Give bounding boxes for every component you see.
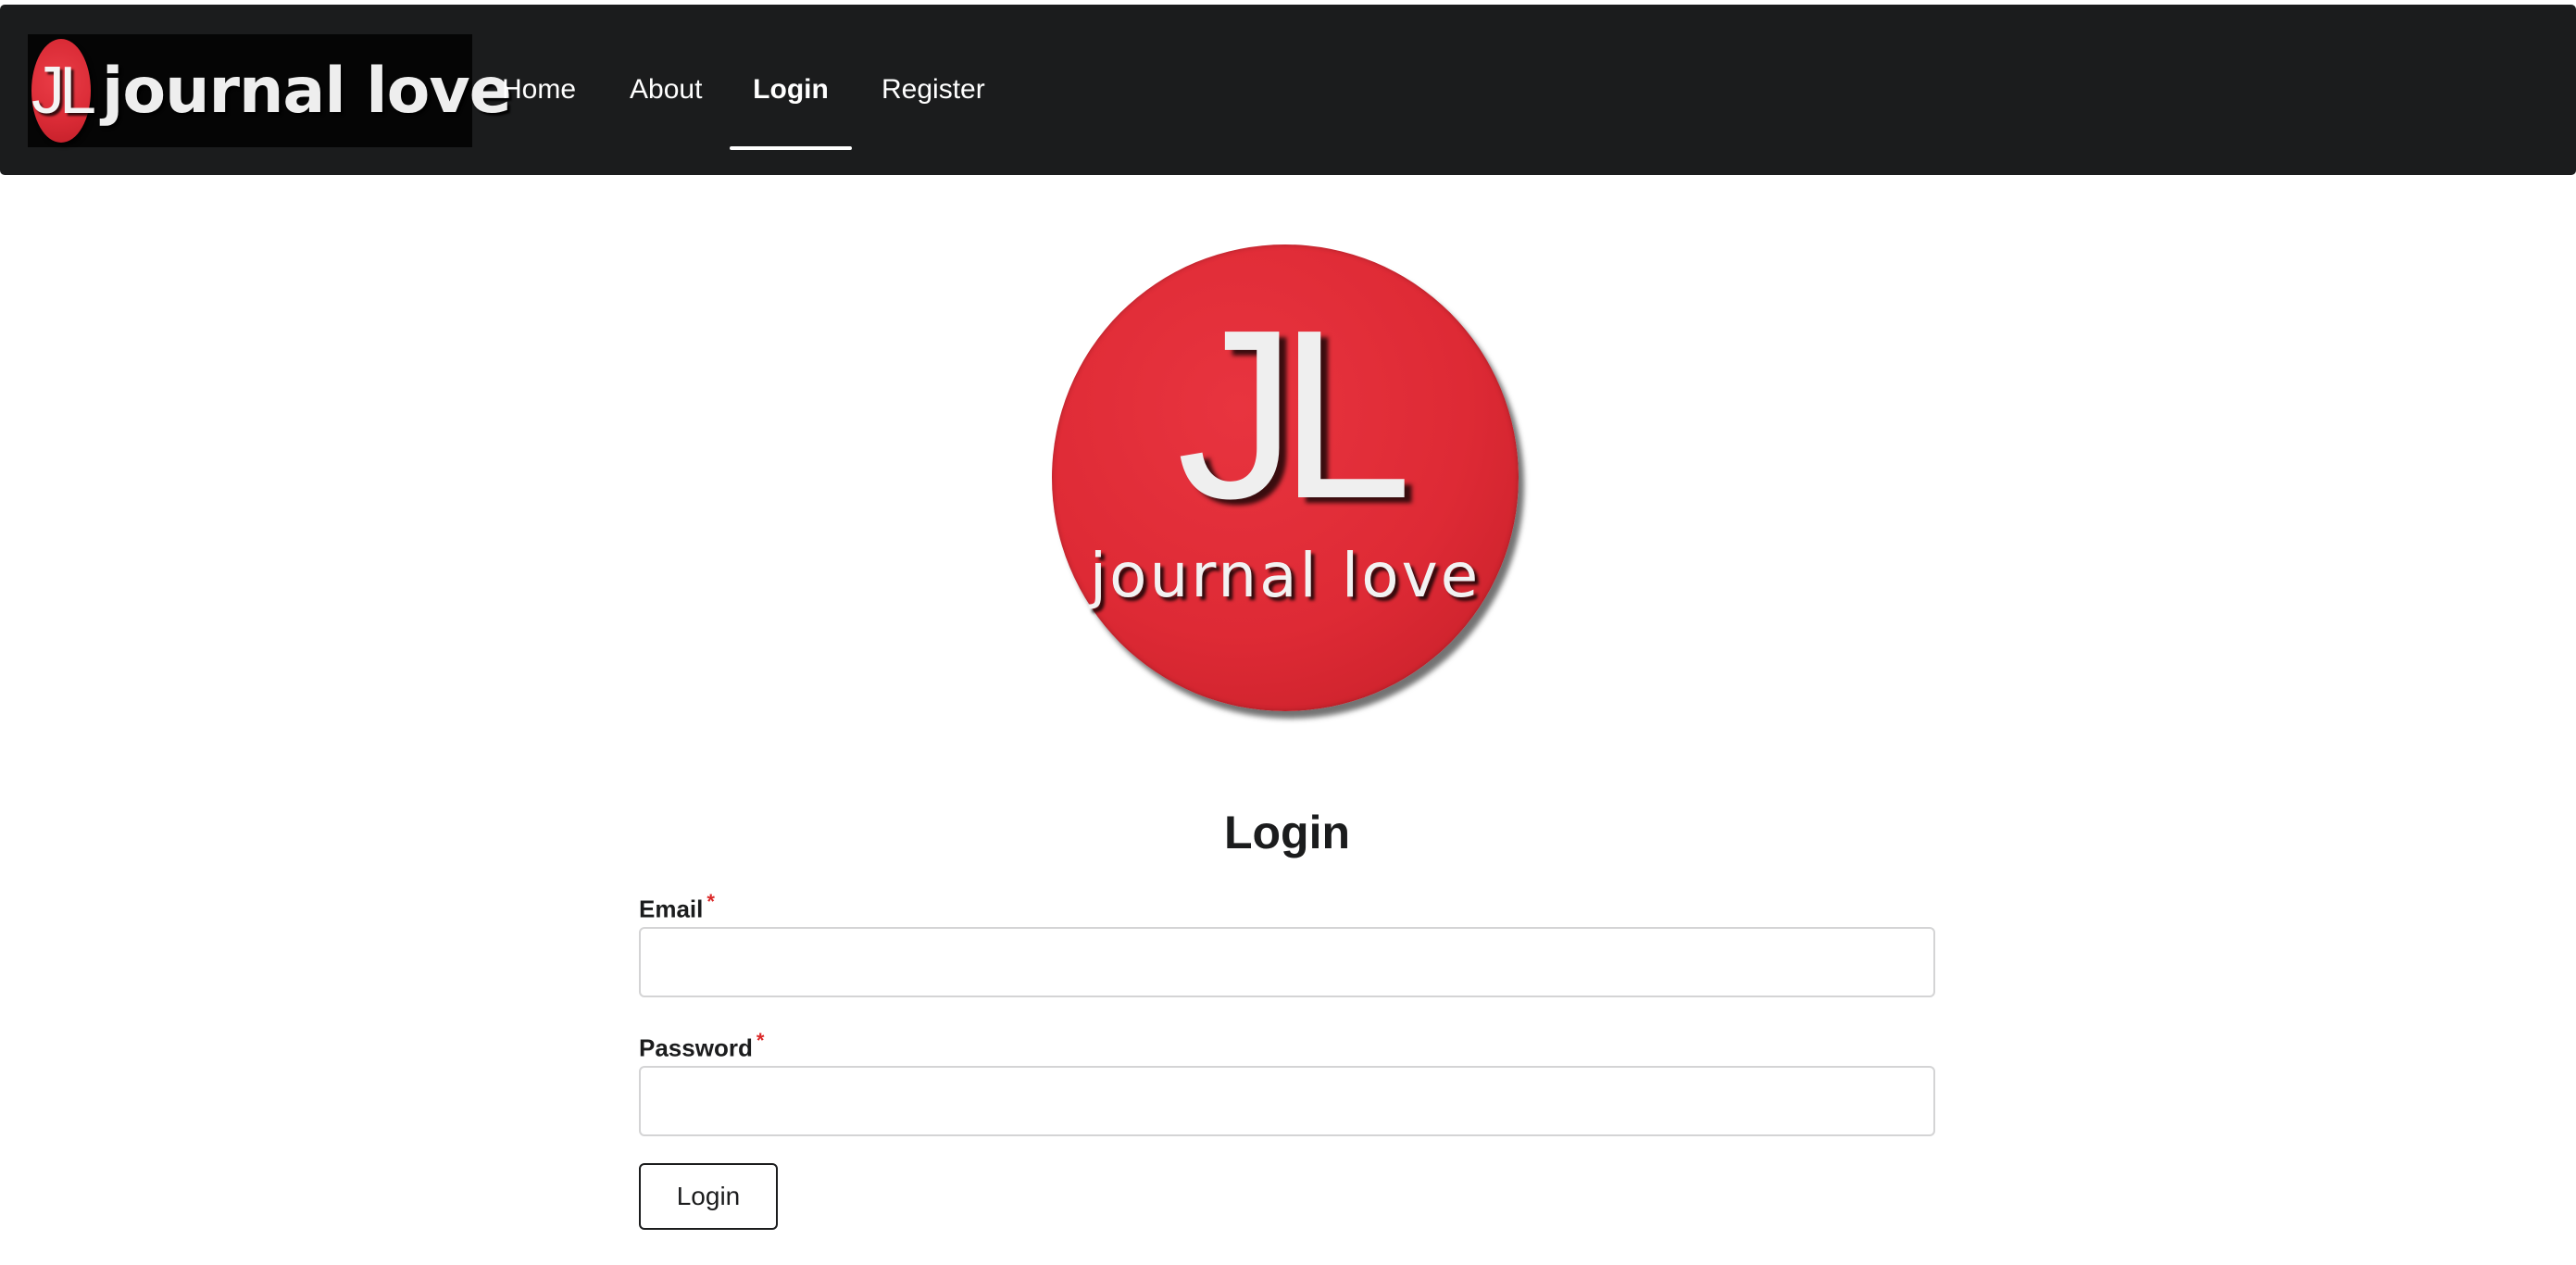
brand-logo[interactable]: JL journal love [28, 34, 512, 147]
hero-logo-initials: JL [1176, 281, 1413, 549]
password-required-mark: * [756, 1029, 765, 1052]
brand-logo-disc: JL [31, 39, 96, 143]
nav-home-link[interactable]: Home [502, 5, 576, 175]
password-label-text: Password [639, 1033, 753, 1062]
login-button[interactable]: Login [639, 1163, 778, 1230]
nav-about-label: About [630, 74, 703, 105]
nav-login-link[interactable]: Login [730, 5, 852, 175]
hero-logo-wordmark: journal love [1089, 540, 1482, 611]
password-label: Password * [639, 1025, 764, 1064]
login-form-title: Login [1223, 807, 1351, 858]
password-field[interactable] [639, 1066, 1935, 1136]
nav-about-link[interactable]: About [630, 5, 703, 175]
top-menu-bar: JL journal love Home About Login Registe… [0, 5, 2576, 175]
nav-login-label: Login [753, 74, 829, 105]
email-field[interactable] [639, 927, 1935, 997]
email-label: Email * [639, 886, 715, 925]
nav-register-label: Register [882, 74, 985, 105]
brand-logo-initials: JL [31, 54, 96, 128]
nav-home-label: Home [502, 74, 577, 105]
email-required-mark: * [707, 890, 715, 913]
nav-register-link[interactable]: Register [882, 5, 985, 175]
brand-logo-wordmark: journal love [102, 54, 512, 128]
hero-logo: JL journal love [1052, 244, 1519, 711]
email-label-text: Email [639, 895, 704, 923]
